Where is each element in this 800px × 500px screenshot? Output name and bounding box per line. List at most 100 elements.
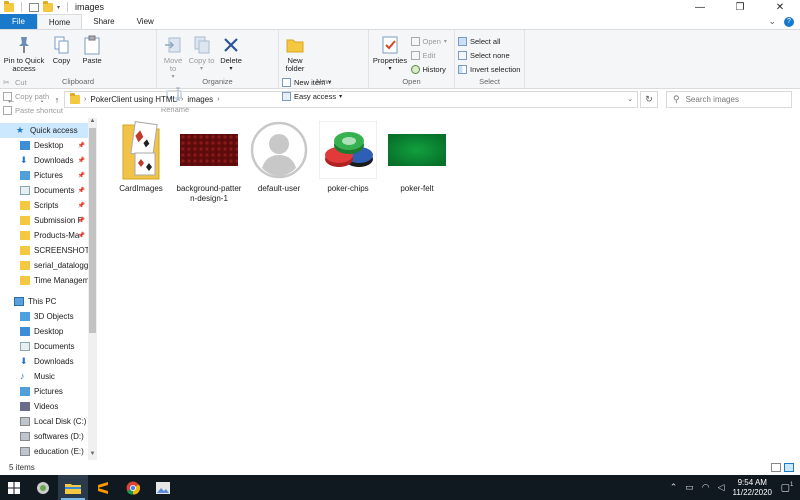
copy-button[interactable]: Copy [48,32,76,65]
file-item[interactable]: poker-chips [314,118,382,194]
chevron-up-icon[interactable]: ⌃ [670,482,678,493]
nav-item[interactable]: softwares (D:) [0,429,88,444]
nav-item[interactable]: Products-Ma 📌 [0,228,88,243]
taskbar-app-game[interactable] [28,475,58,500]
file-item[interactable]: background-pattern-design-1 [175,118,243,204]
pictures-icon [20,387,30,396]
nav-item[interactable]: Submission P 📌 [0,213,88,228]
copy-to-button[interactable]: Copy to ▾ [189,32,215,73]
recent-locations-button[interactable]: ⌄ [38,93,46,107]
taskbar-app-chrome[interactable] [118,475,148,500]
file-name: default-user [257,184,301,193]
nav-item[interactable]: Time Manageme [0,273,88,288]
nav-item[interactable]: Pictures [0,384,88,399]
select-all-button[interactable]: Select all [458,35,520,47]
forward-button[interactable]: → [22,93,36,107]
breadcrumb-images[interactable]: images [187,95,213,104]
nav-item[interactable]: Scripts 📌 [0,198,88,213]
start-button[interactable] [0,475,28,500]
folder-thumbnail [109,118,173,182]
history-button[interactable]: History [410,63,447,75]
file-item[interactable]: default-user [245,118,313,194]
taskbar-app-sublime[interactable] [88,475,118,500]
back-button[interactable]: ← [4,93,18,107]
tab-share[interactable]: Share [82,14,125,29]
nav-item-label: education (E:) [34,447,84,456]
details-view-icon[interactable] [771,463,781,472]
nav-item-label: Videos [34,402,59,411]
quick-access-toolbar: ▾ [0,0,71,12]
tab-view[interactable]: View [126,14,165,29]
properties-quick-icon[interactable] [29,2,39,12]
large-icons-view-icon[interactable] [784,463,794,472]
nav-item[interactable]: 3D Objects [0,309,88,324]
item-count: 5 items [9,463,35,472]
address-dropdown-icon[interactable]: ⌄ [627,95,633,103]
notification-count: 1 [790,481,794,488]
nav-item-label: Pictures [34,387,63,396]
nav-item[interactable]: ♪ Music [0,369,88,384]
nav-quick-access[interactable]: ★ Quick access [0,123,88,138]
nav-item[interactable]: SCREENSHOTS [0,243,88,258]
scroll-thumb[interactable] [89,128,96,333]
tab-home[interactable]: Home [36,14,83,29]
image-thumbnail [316,118,380,182]
open-button[interactable]: Open ▾ [410,35,447,47]
help-icon[interactable]: ? [784,16,794,27]
nav-item[interactable]: education (E:) [0,444,88,459]
properties-button[interactable]: Properties ▾ [372,32,408,73]
minimize-button[interactable]: — [680,0,720,14]
search-input[interactable]: ⚲ Search images [666,91,792,108]
taskbar-app-photos[interactable] [148,475,178,500]
paste-button[interactable]: Paste [78,32,106,65]
volume-icon[interactable]: ◁ [718,482,725,493]
pin-to-quick-access-button[interactable]: Pin to Quick access [3,32,45,73]
nav-scrollbar[interactable]: ▲ ▼ [88,118,97,460]
nav-item[interactable]: Videos [0,399,88,414]
clock[interactable]: 9:54 AM 11/22/2020 [733,478,772,498]
edit-button[interactable]: Edit [410,49,447,61]
nav-item[interactable]: serial_datalogge [0,258,88,273]
nav-item[interactable]: Local Disk (C:) [0,414,88,429]
invert-selection-button[interactable]: Invert selection [458,63,520,75]
nav-item[interactable]: Desktop [0,324,88,339]
title-bar: ▾ images — ❐ ✕ [0,0,800,14]
chevron-down-icon[interactable]: ▾ [57,4,60,11]
move-to-button[interactable]: Move to ▾ [160,32,186,81]
new-folder-button[interactable]: New folder [282,32,308,73]
chevron-down-icon: ⌄ [39,97,45,104]
file-item[interactable]: poker-felt [383,118,451,194]
nav-this-pc[interactable]: This PC [0,294,88,309]
chevron-right-icon[interactable]: › [217,96,219,103]
breadcrumb-pokerclient[interactable]: PokerClient using HTML [90,95,177,104]
chevron-down-icon[interactable]: ⌄ [768,16,776,27]
notification-center-button[interactable]: ▢1 [780,482,794,493]
new-folder-quick-icon[interactable] [43,0,53,12]
disk-icon [20,447,30,456]
scroll-up-icon[interactable]: ▲ [88,118,97,127]
nav-item[interactable]: ⬇ Downloads [0,354,88,369]
nav-item[interactable]: Documents [0,339,88,354]
chevron-right-icon[interactable]: › [181,96,183,103]
close-button[interactable]: ✕ [760,0,800,14]
delete-button[interactable]: Delete ▾ [217,32,245,73]
network-icon[interactable]: ▭ [685,482,694,493]
taskbar-file-explorer[interactable] [58,475,88,500]
select-none-button[interactable]: Select none [458,49,520,61]
navigation-bar: ← → ⌄ ↑ › PokerClient using HTML › image… [0,89,800,111]
nav-item[interactable]: Desktop 📌 [0,138,88,153]
up-button[interactable]: ↑ [50,93,64,107]
nav-item[interactable]: Pictures 📌 [0,168,88,183]
file-name: poker-felt [400,184,434,193]
wifi-icon[interactable]: ◠ [702,482,710,493]
refresh-button[interactable]: ↻ [640,91,658,108]
scroll-down-icon[interactable]: ▼ [88,451,97,460]
tab-file[interactable]: File [0,14,37,29]
nav-item[interactable]: Documents 📌 [0,183,88,198]
address-bar[interactable]: › PokerClient using HTML › images › ⌄ [64,91,638,108]
maximize-button[interactable]: ❐ [720,0,760,14]
file-item[interactable]: CardImages [107,118,175,194]
game-app-icon [37,481,49,494]
chevron-right-icon: › [84,96,87,103]
nav-item[interactable]: ⬇ Downloads 📌 [0,153,88,168]
